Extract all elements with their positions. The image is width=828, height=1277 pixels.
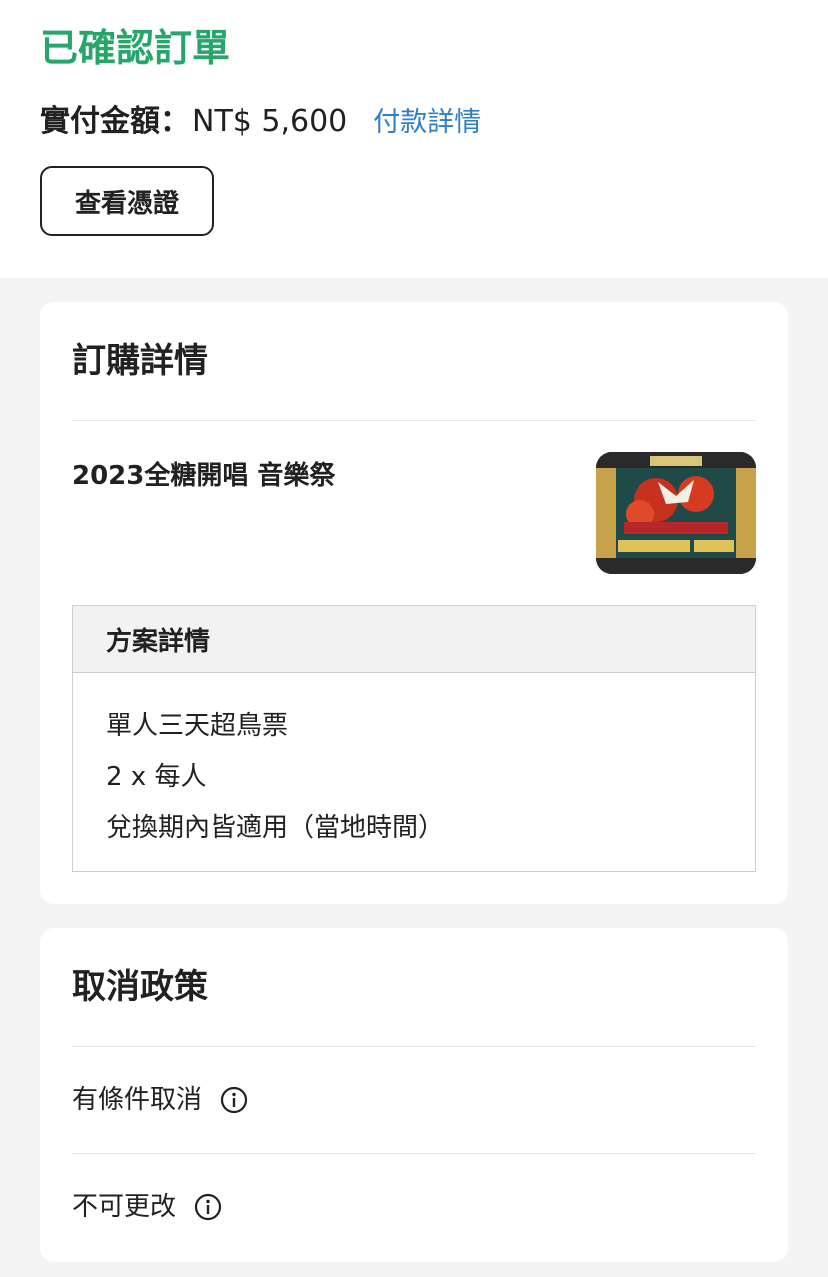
cancellation-policy-title: 取消政策 xyxy=(72,967,208,1007)
info-icon[interactable] xyxy=(220,1086,248,1114)
product-thumbnail-art xyxy=(596,452,756,574)
order-details-card: 訂購詳情 2023全糖開唱 音樂祭 方案詳情 單人三天超鳥票 2 x 每人 兌換… xyxy=(40,302,788,904)
product-thumbnail[interactable] xyxy=(596,452,756,574)
plan-validity: 兌換期內皆適用（當地時間） xyxy=(106,813,445,843)
order-details-title: 訂購詳情 xyxy=(72,341,208,381)
paid-amount-row: 實付金額： NT$ 5,600 付款詳情 xyxy=(40,100,481,145)
info-icon[interactable] xyxy=(194,1193,222,1221)
plan-name: 單人三天超鳥票 xyxy=(106,711,289,741)
view-voucher-button[interactable]: 查看憑證 xyxy=(40,166,214,236)
product-name[interactable]: 2023全糖開唱 音樂祭 xyxy=(72,456,335,496)
divider xyxy=(72,420,756,421)
policy-item-label: 有條件取消 xyxy=(72,1085,203,1115)
plan-quantity: 2 x 每人 xyxy=(106,762,207,792)
policy-item-no-changes[interactable]: 不可更改 xyxy=(72,1187,222,1227)
paid-amount-label: 實付金額： xyxy=(40,104,190,139)
divider xyxy=(72,1046,756,1047)
plan-details-box: 方案詳情 單人三天超鳥票 2 x 每人 兌換期內皆適用（當地時間） xyxy=(72,605,756,872)
cancellation-policy-card: 取消政策 有條件取消 不可更改 xyxy=(40,928,788,1262)
order-header: 已確認訂單 實付金額： NT$ 5,600 付款詳情 查看憑證 xyxy=(0,0,828,278)
payment-details-link[interactable]: 付款詳情 xyxy=(373,101,481,145)
paid-amount-value: NT$ 5,600 xyxy=(192,104,348,139)
order-status: 已確認訂單 xyxy=(40,26,231,70)
plan-details-title: 方案詳情 xyxy=(73,606,755,673)
policy-item-conditional-cancel[interactable]: 有條件取消 xyxy=(72,1080,248,1120)
divider xyxy=(72,1153,756,1154)
policy-item-label: 不可更改 xyxy=(72,1192,177,1222)
